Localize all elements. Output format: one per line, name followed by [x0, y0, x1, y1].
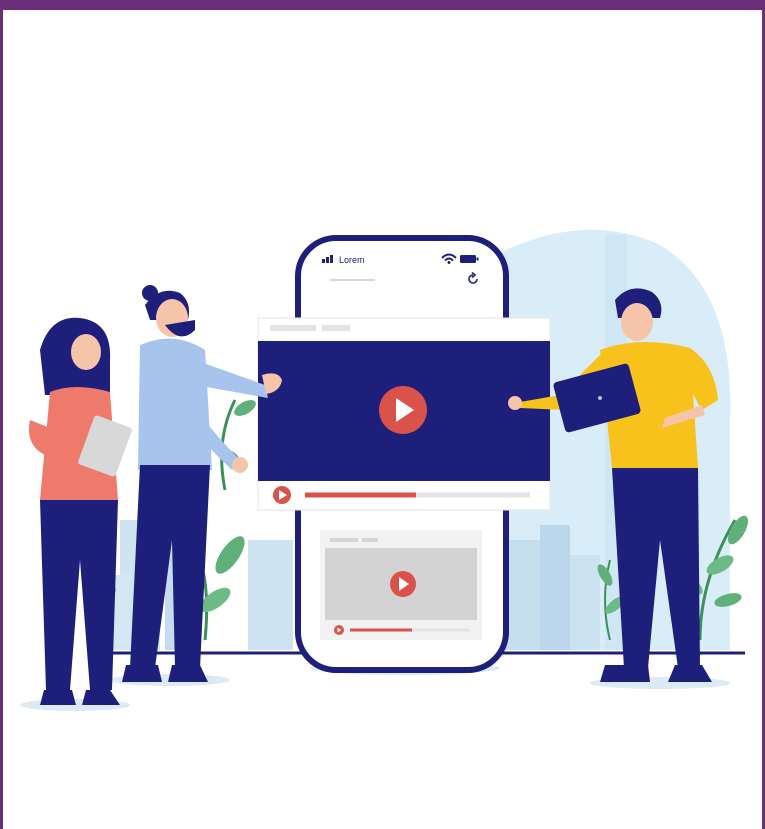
- battery-icon: [460, 255, 479, 263]
- play-icon: [379, 386, 427, 434]
- phone-status-label: Lorem: [339, 255, 365, 265]
- phone-video-card: [320, 530, 482, 640]
- play-icon: [390, 571, 416, 597]
- image-frame: Lorem: [0, 0, 765, 829]
- play-icon: [334, 625, 344, 635]
- play-icon: [273, 486, 291, 504]
- illustration-scene: Lorem: [20, 229, 749, 711]
- main-video-player: [257, 317, 551, 511]
